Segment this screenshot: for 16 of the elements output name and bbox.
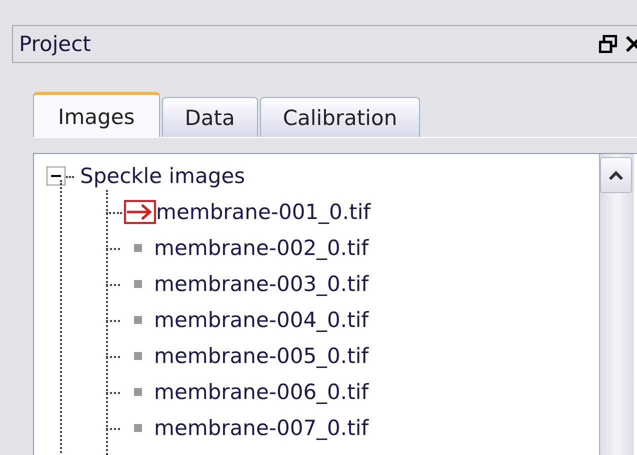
scroll-up-button[interactable]	[600, 157, 632, 193]
panel-title: Project	[19, 32, 92, 56]
tab[interactable]: Data	[162, 97, 258, 138]
tab[interactable]: Images	[33, 92, 160, 138]
tree-item[interactable]: membrane-001_0.tif	[156, 200, 371, 224]
collapse-icon[interactable]	[46, 166, 66, 186]
tree-item[interactable]: membrane-006_0.tif	[154, 380, 369, 404]
caret-icon	[608, 170, 624, 180]
tree-folder[interactable]: Speckle images	[80, 164, 246, 188]
tree-item[interactable]: membrane-004_0.tif	[154, 308, 369, 332]
tree-item[interactable]: membrane-002_0.tif	[154, 236, 369, 260]
tab[interactable]: Calibration	[260, 97, 420, 138]
tree-item[interactable]: membrane-007_0.tif	[154, 416, 369, 440]
restore-icon[interactable]	[599, 35, 617, 53]
tree-item[interactable]: membrane-005_0.tif	[154, 344, 369, 368]
tree-item[interactable]: membrane-003_0.tif	[154, 272, 369, 296]
